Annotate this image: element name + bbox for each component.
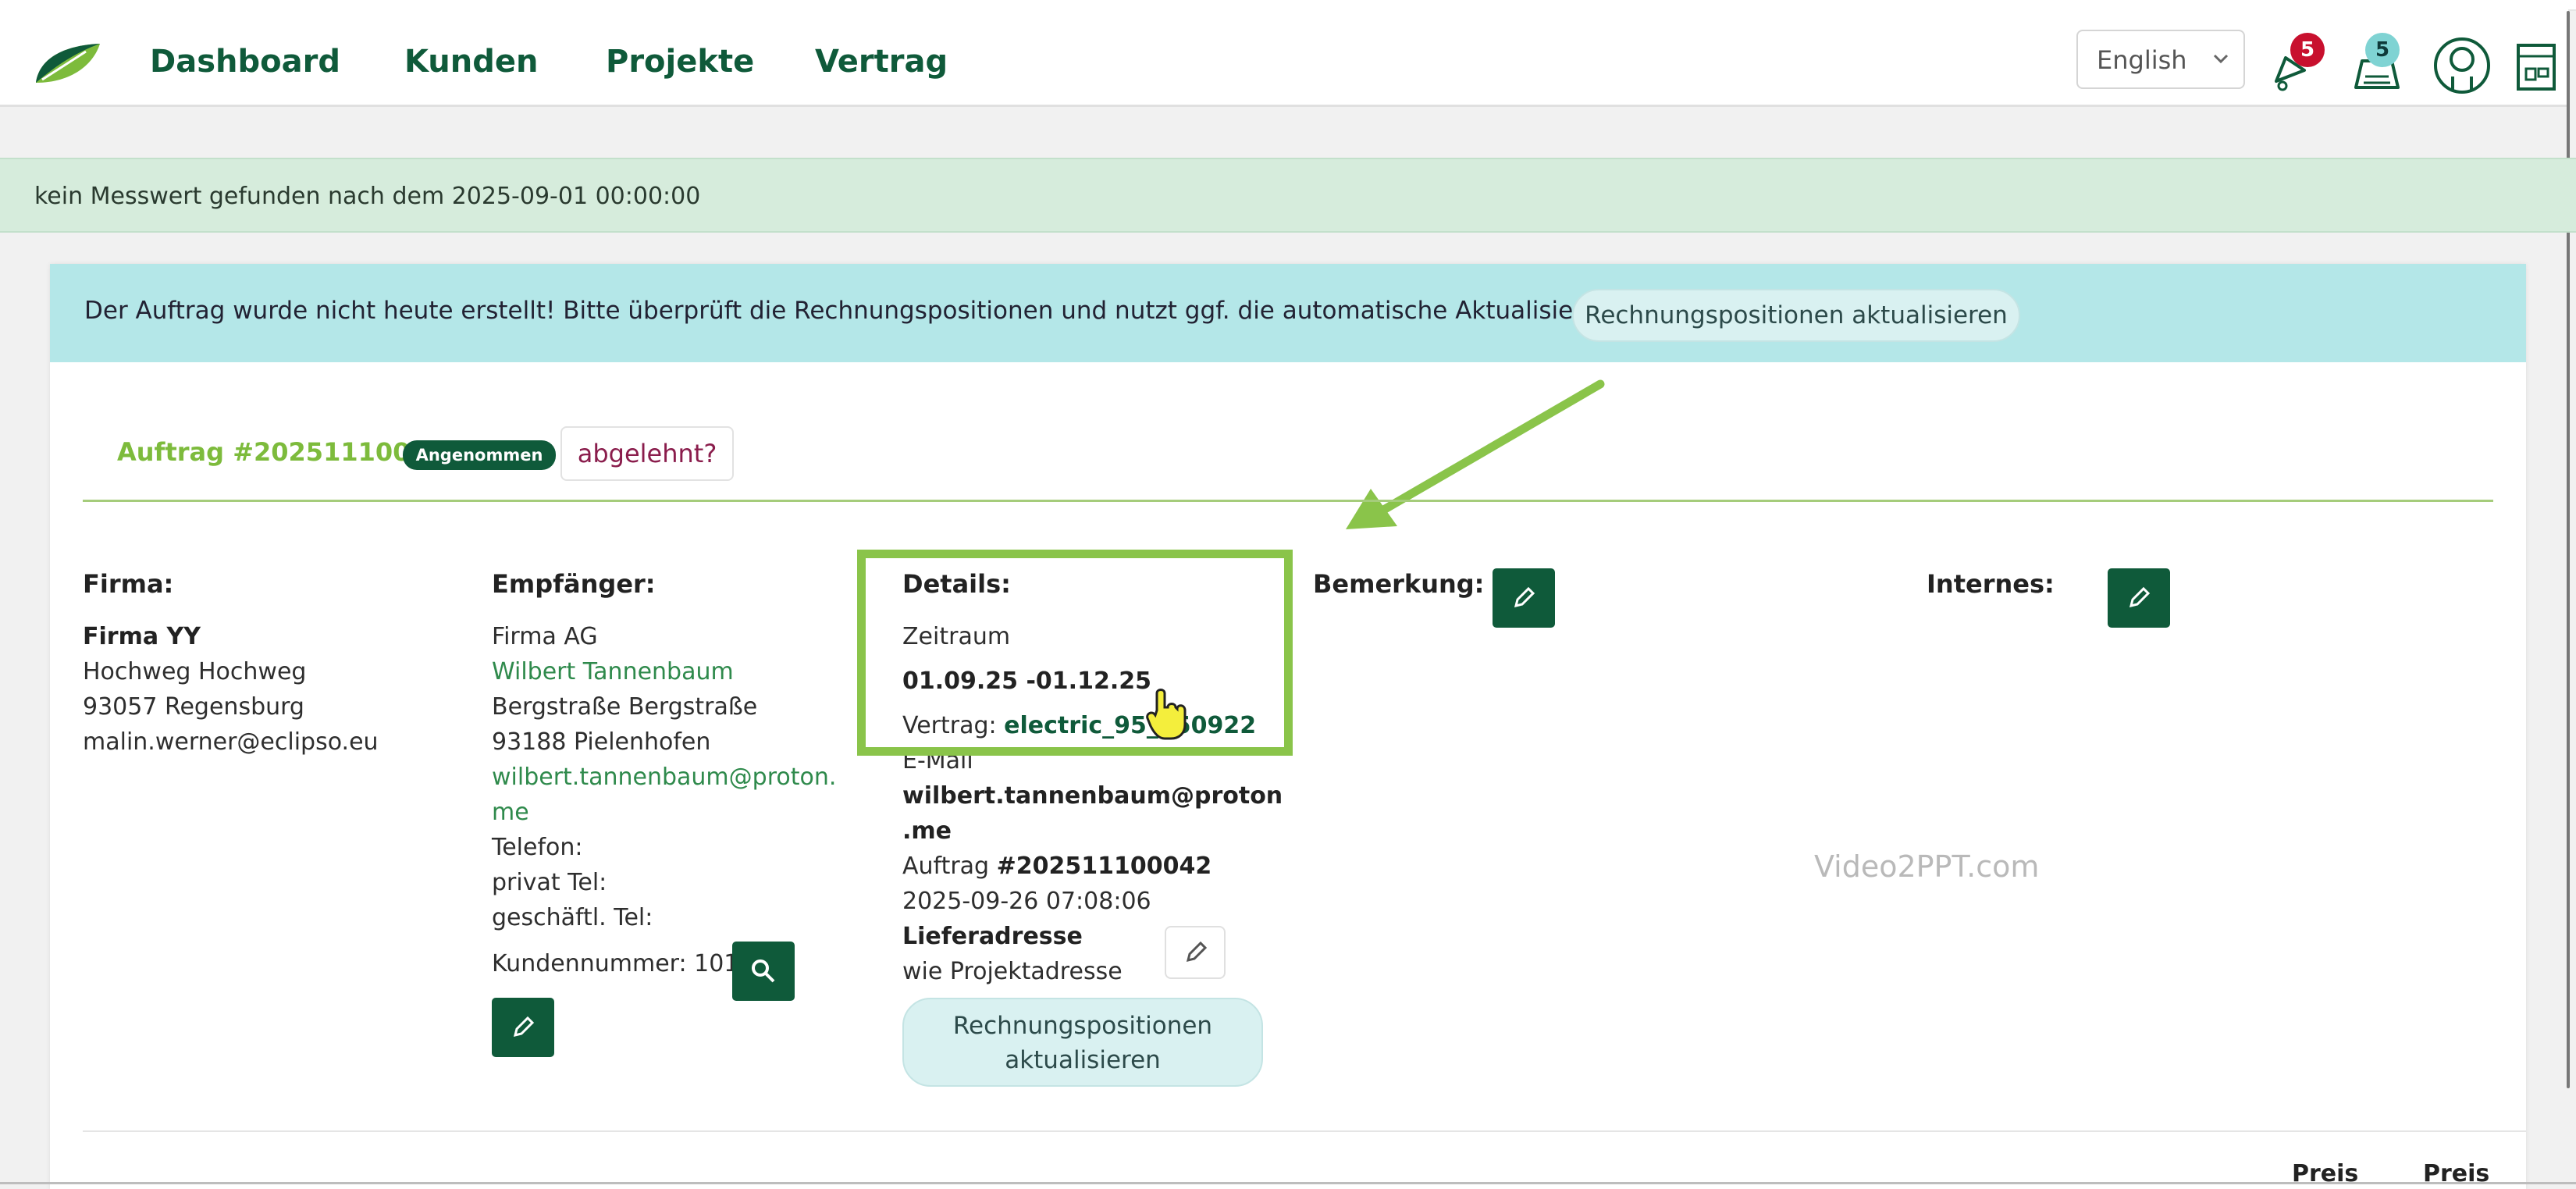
recipient-company: Firma AG: [492, 623, 598, 650]
delivery-value: wie Projektadresse: [902, 958, 1123, 985]
order-divider: [83, 500, 2493, 502]
edit-remark-button[interactable]: [1493, 568, 1555, 628]
remark-heading: Bemerkung:: [1313, 569, 1485, 599]
pencil-icon: [513, 1016, 535, 1038]
order-info-alert-text: Der Auftrag wurde nicht heute erstellt! …: [84, 297, 1637, 325]
recipient-street: Bergstraße Bergstraße: [492, 693, 758, 721]
delivery-label: Lieferadresse: [902, 923, 1083, 950]
contract-label: Vertrag:: [902, 712, 997, 739]
order-number: #202511100042: [996, 853, 1212, 880]
order-info-alert: Der Auftrag wurde nicht heute erstellt! …: [50, 264, 2526, 362]
customer-number: Kundennummer: 101: [492, 950, 739, 977]
search-icon: [752, 959, 775, 983]
order-card: Der Auftrag wurde nicht heute erstellt! …: [50, 264, 2526, 1189]
update-invoice-positions-button[interactable]: Rechnungspositionen aktualisieren: [902, 998, 1263, 1087]
language-select[interactable]: English: [2076, 30, 2245, 89]
language-select-value: English: [2097, 45, 2187, 75]
order-label: Auftrag: [902, 853, 990, 880]
firma-heading: Firma:: [83, 569, 174, 599]
page-bottom-line: [0, 1182, 2576, 1184]
recipient-phone-label: Telefon:: [492, 834, 583, 861]
nav-kunden[interactable]: Kunden: [404, 44, 538, 80]
customer-search-button[interactable]: [732, 942, 795, 1001]
measurement-alert-text: kein Messwert gefunden nach dem 2025-09-…: [34, 183, 701, 210]
internal-label-wrap: Internes:: [1927, 567, 2055, 602]
firma-name: Firma YY: [83, 623, 201, 650]
reject-button[interactable]: abgelehnt?: [560, 426, 734, 481]
user-avatar-icon[interactable]: [2432, 36, 2492, 95]
period-value: 01.09.25 -01.12.25: [902, 667, 1151, 695]
nav-vertrag[interactable]: Vertrag: [815, 44, 948, 80]
recipient-column: Empfänger: Firma AG Wilbert Tannenbaum B…: [492, 567, 866, 981]
edit-period-button[interactable]: [1165, 926, 1226, 979]
store-icon[interactable]: [2515, 39, 2557, 92]
task-count-badge: 5: [2365, 33, 2400, 67]
annotation-arrow-icon: [1346, 379, 1605, 529]
nav-dashboard[interactable]: Dashboard: [150, 44, 340, 80]
nav-projekte[interactable]: Projekte: [606, 44, 754, 80]
hand-cursor-icon: [1146, 689, 1187, 740]
notification-count-badge: 5: [2290, 33, 2325, 67]
recipient-heading: Empfänger:: [492, 569, 656, 599]
firma-email: malin.werner@eclipso.eu: [83, 728, 379, 756]
edit-recipient-button[interactable]: [492, 998, 554, 1057]
period-label: Zeitraum: [902, 623, 1011, 650]
update-invoice-positions-button-top[interactable]: Rechnungspositionen aktualisieren: [1572, 289, 2020, 342]
leaf-logo-icon[interactable]: [31, 41, 103, 87]
details-email: wilbert.tannenbaum@proton: [902, 782, 1283, 810]
watermark: Video2PPT.com: [1814, 849, 2040, 884]
recipient-city: 93188 Pielenhofen: [492, 728, 711, 756]
measurement-alert: kein Messwert gefunden nach dem 2025-09-…: [0, 158, 2576, 233]
internal-heading: Internes:: [1927, 569, 2055, 599]
update-button-line1: Rechnungspositionen: [952, 1012, 1213, 1040]
recipient-business-phone: geschäftl. Tel:: [492, 904, 653, 931]
firma-city: 93057 Regensburg: [83, 693, 304, 721]
recipient-email-link[interactable]: wilbert.tannenbaum@proton.: [492, 760, 866, 795]
order-row: Auftrag #202511100042: [902, 849, 1308, 884]
contract-link[interactable]: electric_95_250922: [1004, 712, 1256, 739]
details-email-cont: .me: [902, 817, 952, 845]
order-status-badge: Angenommen: [403, 440, 556, 470]
recipient-contact-link[interactable]: Wilbert Tannenbaum: [492, 654, 866, 689]
chevron-down-icon: [2213, 54, 2229, 64]
recipient-private-phone: privat Tel:: [492, 869, 607, 896]
top-navbar: Dashboard Kunden Projekte Vertrag Englis…: [0, 9, 2568, 107]
pencil-icon: [2129, 586, 2151, 608]
pencil-icon: [1514, 586, 1535, 608]
order-datetime: 2025-09-26 07:08:06: [902, 888, 1151, 915]
edit-internal-button[interactable]: [2108, 568, 2170, 628]
details-heading: Details:: [902, 569, 1011, 599]
details-column: Details: Zeitraum 01.09.25 -01.12.25 Ver…: [902, 567, 1308, 989]
recipient-email-link-cont[interactable]: me: [492, 795, 866, 830]
remark-label-wrap: Bemerkung:: [1313, 567, 1484, 602]
firma-column: Firma: Firma YY Hochweg Hochweg 93057 Re…: [83, 567, 457, 760]
section-divider: [83, 1130, 2526, 1132]
contract-row: Vertrag: electric_95_250922: [902, 708, 1308, 743]
firma-street: Hochweg Hochweg: [83, 658, 307, 685]
email-label: E-Mail: [902, 747, 973, 774]
update-button-line2: aktualisieren: [1005, 1046, 1161, 1074]
pencil-icon: [1186, 941, 1208, 963]
